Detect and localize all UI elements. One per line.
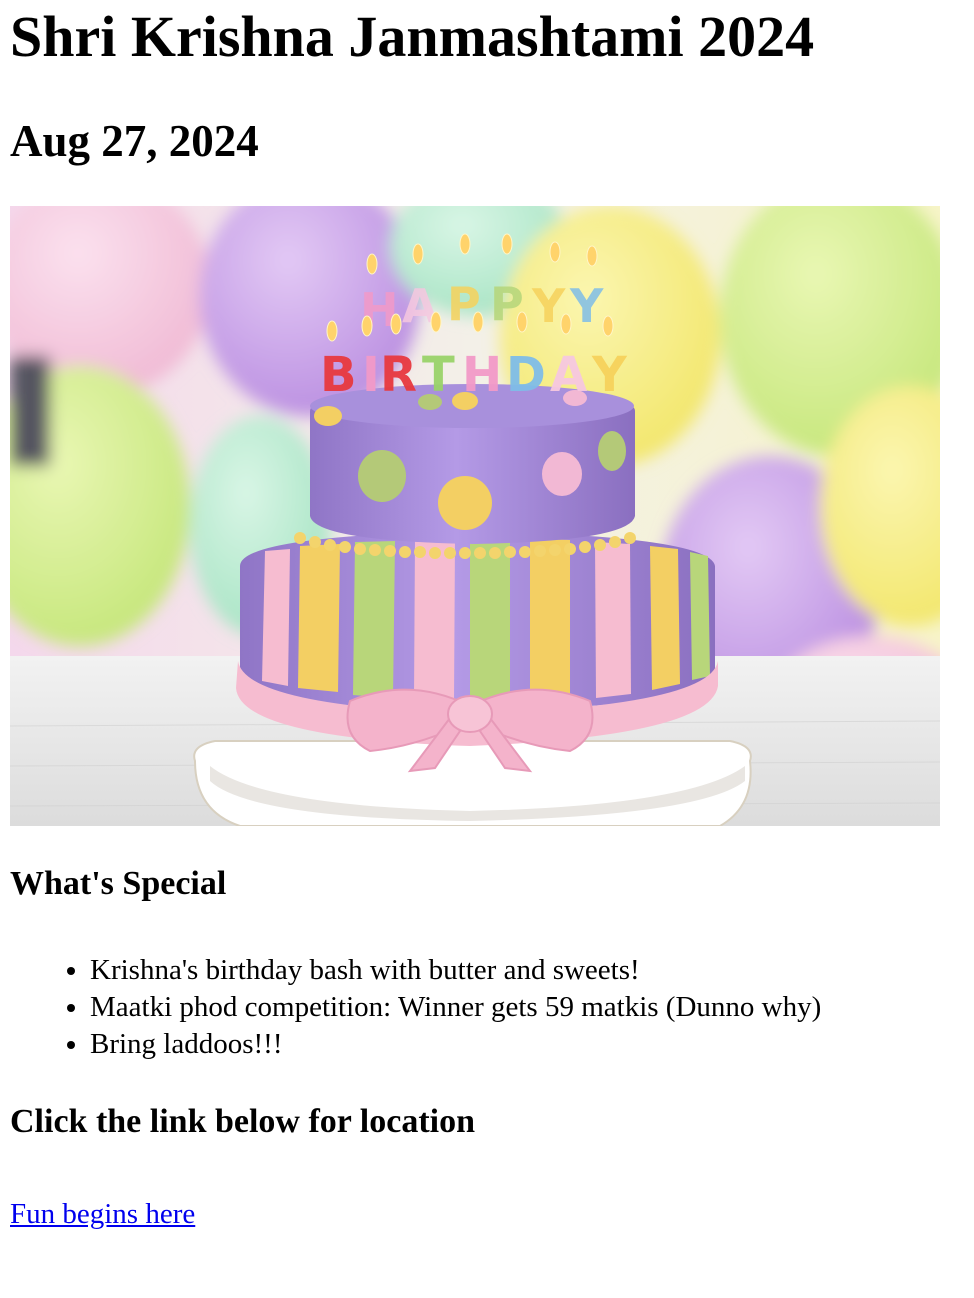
svg-text:H: H bbox=[462, 347, 502, 403]
svg-text:I: I bbox=[362, 347, 380, 403]
page-title: Shri Krishna Janmashtami 2024 bbox=[10, 4, 815, 69]
svg-text:T: T bbox=[422, 347, 455, 403]
special-list: Krishna's birthday bash with butter and … bbox=[10, 952, 964, 1063]
link-container: Fun begins here bbox=[10, 1196, 964, 1233]
location-link[interactable]: Fun begins here bbox=[10, 1198, 195, 1230]
svg-text:A: A bbox=[550, 347, 587, 403]
page: Shri Krishna Janmashtami 2024 Aug 27, 20… bbox=[0, 0, 974, 1233]
svg-text:Y: Y bbox=[591, 347, 628, 403]
svg-text:R: R bbox=[380, 347, 417, 403]
svg-text:Y: Y bbox=[569, 279, 604, 333]
list-item: Bring laddoos!!! bbox=[90, 1026, 964, 1063]
list-item: Maatki phod competition: Winner gets 59 … bbox=[90, 989, 964, 1026]
svg-text:D: D bbox=[506, 347, 546, 403]
cake-image: H A P P Y Y B I R T H D A Y bbox=[10, 206, 940, 826]
svg-text:B: B bbox=[320, 347, 357, 403]
whats-special-heading: What's Special bbox=[10, 865, 227, 902]
list-item: Krishna's birthday bash with butter and … bbox=[90, 952, 964, 989]
event-date: Aug 27, 2024 bbox=[10, 116, 259, 166]
location-heading: Click the link below for location bbox=[10, 1103, 475, 1140]
